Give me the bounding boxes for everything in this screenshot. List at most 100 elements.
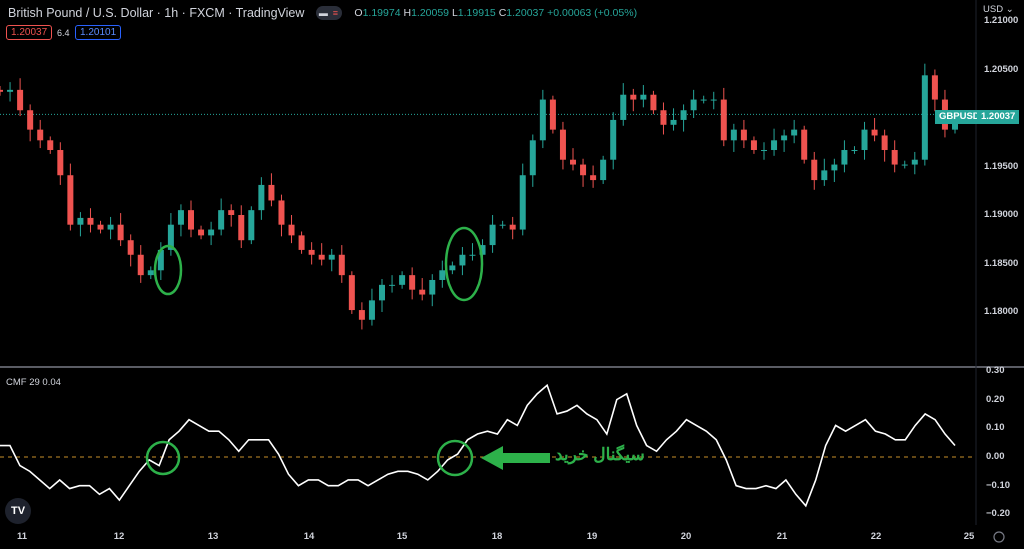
candle-body (248, 210, 255, 241)
candle-body (429, 279, 436, 295)
candle-body (228, 210, 235, 215)
candle-body (318, 254, 325, 260)
candle-body (841, 150, 848, 165)
symbol-title[interactable]: British Pound / U.S. Dollar · 1h · FXCM … (8, 6, 304, 20)
candle-body (539, 99, 546, 141)
time-tick: 11 (16, 531, 28, 542)
candle-body (147, 270, 154, 276)
cmf-tick: 0.30 (986, 364, 1005, 376)
candle-body (911, 159, 918, 165)
candle-body (268, 184, 275, 201)
candle-body (680, 110, 687, 120)
price-tick: 1.21000 (984, 15, 1019, 26)
sell-button[interactable]: 1.20037 (6, 25, 53, 40)
candle-body (771, 140, 778, 151)
price-tick: 1.19500 (984, 160, 1019, 172)
cmf-tick: −0.20 (986, 508, 1011, 520)
candle-body (630, 94, 637, 100)
settings-gear-icon[interactable] (993, 531, 1005, 543)
candle-body (499, 224, 506, 226)
candle-body (710, 99, 717, 101)
candle-body (921, 75, 928, 160)
candle-body (127, 240, 134, 255)
candle-body (620, 94, 627, 120)
candle-body (690, 99, 697, 111)
candle-body (821, 170, 828, 181)
candle-body (338, 254, 345, 276)
cmf-legend[interactable]: CMF 29 0.04 (6, 377, 61, 388)
candle-body (881, 135, 888, 151)
candle-body (891, 150, 898, 165)
candle-body (650, 94, 657, 111)
candle-body (640, 94, 647, 100)
time-tick: 12 (113, 531, 125, 542)
time-tick: 19 (586, 531, 598, 542)
candle-body (559, 129, 566, 160)
cmf-tick: 0.20 (986, 393, 1005, 405)
candle-body (811, 159, 818, 181)
currency-selector[interactable]: USD ⌄ (983, 4, 1014, 15)
candle-body (700, 99, 707, 101)
candle-body (459, 254, 466, 266)
time-tick: 15 (396, 531, 408, 542)
candle-body (519, 175, 526, 230)
candle-body (67, 175, 74, 225)
candle-body (17, 89, 24, 111)
candle-body (730, 129, 737, 141)
cmf-tick: 0.00 (986, 451, 1005, 462)
candle-body (288, 224, 295, 236)
candle-body (348, 275, 355, 311)
candle-body (238, 215, 245, 241)
candle-body (308, 249, 315, 255)
time-tick: 25 (963, 531, 975, 542)
candle-body (740, 129, 747, 141)
candle-body (570, 159, 576, 165)
candles (0, 63, 958, 330)
candle-body (750, 140, 757, 151)
candle-body (720, 99, 727, 141)
candle-body (379, 284, 385, 301)
candle-body (97, 224, 104, 230)
candle-body (610, 119, 617, 160)
time-tick: 20 (680, 531, 692, 542)
candle-body (761, 150, 767, 152)
candle-body (670, 119, 677, 125)
price-tick: 1.19000 (984, 209, 1019, 220)
chart-canvas[interactable] (0, 0, 1024, 549)
candle-body (298, 235, 305, 250)
candle-body (47, 140, 54, 151)
candle-body (278, 200, 285, 225)
arrow-left-icon (481, 446, 550, 470)
candle-body (218, 210, 225, 230)
candle-body (871, 129, 878, 136)
candle-body (389, 284, 396, 286)
ohlc-values: O1.19974 H1.20059 L1.19915 C1.20037 +0.0… (354, 7, 638, 19)
candle-body (791, 129, 798, 136)
candle-body (188, 210, 194, 230)
signal-circle-3 (145, 440, 181, 476)
candle-body (781, 135, 788, 141)
visibility-toggle[interactable]: ▬ ≡ (316, 6, 343, 20)
candle-body (590, 175, 597, 181)
price-tick: 1.18500 (984, 257, 1019, 269)
candle-body (27, 110, 34, 130)
candle-body (107, 224, 114, 230)
candle-body (931, 75, 938, 100)
buy-signal-annotation: سیگنال خرید (555, 445, 645, 464)
candle-body (801, 129, 808, 160)
candle-body (258, 184, 265, 211)
candle-body (409, 275, 416, 290)
price-tick: 1.20500 (984, 63, 1019, 75)
candle-body (549, 99, 556, 130)
candle-body (439, 270, 446, 280)
buy-button[interactable]: 1.20101 (75, 25, 122, 40)
signal-circle-4 (436, 439, 474, 477)
candle-body (358, 310, 365, 320)
candle-body (529, 140, 536, 176)
tradingview-logo[interactable]: TV (5, 498, 31, 524)
candle-body (851, 150, 858, 152)
price-tick: 1.18000 (984, 306, 1019, 317)
candle-body (177, 210, 184, 225)
candle-body (198, 229, 205, 236)
candle-body (489, 224, 496, 246)
